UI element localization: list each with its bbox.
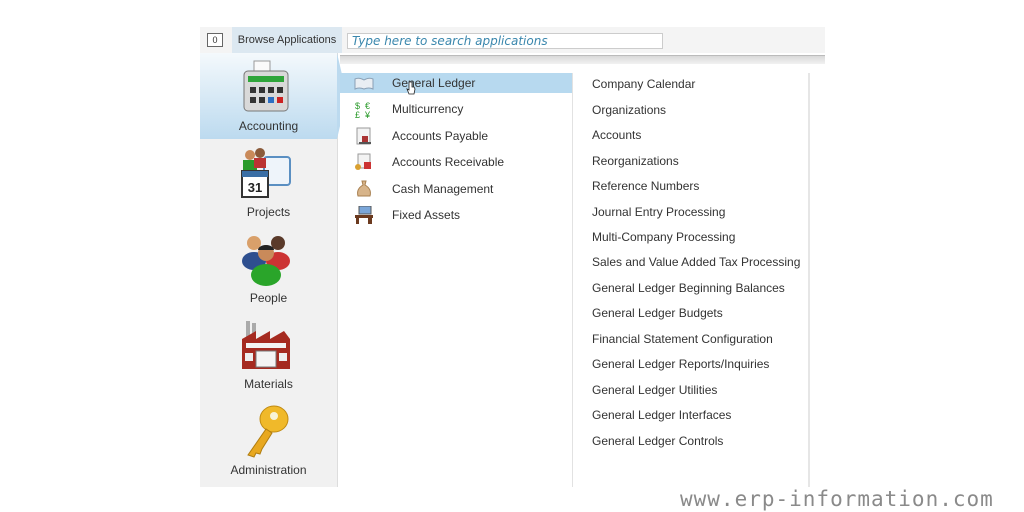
people-icon: [242, 236, 290, 286]
sidebar-item-label: Projects: [246, 205, 291, 219]
svg-text:£: £: [355, 110, 360, 118]
sidebar-item-materials[interactable]: Materials: [200, 311, 337, 397]
function-item[interactable]: Journal Entry Processing: [592, 205, 725, 219]
sidebar-item-label: Materials: [244, 377, 293, 391]
module-label: Accounts Payable: [392, 129, 489, 143]
function-item[interactable]: Organizations: [592, 103, 666, 117]
function-item[interactable]: Multi-Company Processing: [592, 230, 735, 244]
module-item-cash-management[interactable]: Cash Management: [340, 179, 572, 199]
module-item-accounts-receivable[interactable]: Accounts Receivable: [340, 152, 572, 172]
calendar-people-icon: 31: [241, 148, 291, 198]
currency-icon: $ € £ ¥: [355, 101, 371, 118]
function-item[interactable]: Reorganizations: [592, 154, 679, 168]
module-label: Multicurrency: [392, 102, 464, 116]
sidebar-item-administration[interactable]: Administration: [200, 397, 337, 483]
module-item-general-ledger[interactable]: General Ledger: [340, 73, 572, 93]
browse-applications-tab[interactable]: Browse Applications: [232, 27, 342, 53]
svg-text:31: 31: [248, 180, 262, 195]
factory-icon: [242, 321, 290, 369]
function-item[interactable]: General Ledger Beginning Balances: [592, 281, 785, 295]
module-item-accounts-payable[interactable]: Accounts Payable: [340, 126, 572, 146]
function-list: Company Calendar Organizations Accounts …: [576, 73, 810, 487]
module-label: General Ledger: [392, 76, 476, 90]
sidebar-item-label: People: [249, 291, 288, 305]
sidebar-item-label: Administration: [230, 463, 307, 477]
top-bar: 0 Browse Applications Type here to searc…: [200, 27, 825, 53]
search-applications-input[interactable]: Type here to search applications: [347, 33, 663, 49]
function-item[interactable]: Accounts: [592, 128, 641, 142]
stamp-document-icon: [356, 127, 371, 145]
sidebar-item-projects[interactable]: 31 Projects: [200, 139, 337, 225]
receivable-icon: [355, 153, 371, 170]
function-item[interactable]: General Ledger Interfaces: [592, 408, 731, 422]
function-item[interactable]: General Ledger Budgets: [592, 306, 723, 320]
category-sidebar: Accounting 31 Projects People Materials …: [200, 53, 347, 487]
function-item[interactable]: General Ledger Reports/Inquiries: [592, 357, 769, 371]
money-bag-icon: [357, 180, 371, 197]
svg-text:¥: ¥: [364, 110, 371, 118]
function-item[interactable]: Company Calendar: [592, 77, 695, 91]
module-label: Accounts Receivable: [392, 155, 505, 169]
mouse-pointer-icon: [406, 81, 416, 95]
function-item[interactable]: General Ledger Controls: [592, 434, 723, 448]
ledger-book-icon: [354, 77, 374, 90]
module-item-fixed-assets[interactable]: Fixed Assets: [340, 205, 572, 225]
function-item[interactable]: Financial Statement Configuration: [592, 332, 773, 346]
module-item-multicurrency[interactable]: $ € £ ¥ Multicurrency: [340, 99, 572, 119]
function-item[interactable]: Sales and Value Added Tax Processing: [592, 255, 800, 269]
sidebar-item-people[interactable]: People: [200, 225, 337, 311]
sidebar-item-label: Accounting: [238, 119, 299, 133]
desk-icon: [355, 206, 373, 224]
module-list: General Ledger $ € £ ¥ Multicurrency Acc…: [340, 73, 573, 487]
calculator-icon: [243, 60, 289, 112]
function-item[interactable]: General Ledger Utilities: [592, 383, 717, 397]
function-item[interactable]: Reference Numbers: [592, 179, 699, 193]
toolbar-divider: [340, 55, 825, 64]
window-counter-button[interactable]: 0: [207, 33, 223, 47]
sidebar-item-accounting[interactable]: Accounting: [200, 53, 347, 139]
module-label: Fixed Assets: [392, 208, 461, 222]
module-label: Cash Management: [392, 182, 494, 196]
watermark-text: www.erp-information.com: [680, 487, 994, 511]
key-icon: [247, 405, 289, 458]
